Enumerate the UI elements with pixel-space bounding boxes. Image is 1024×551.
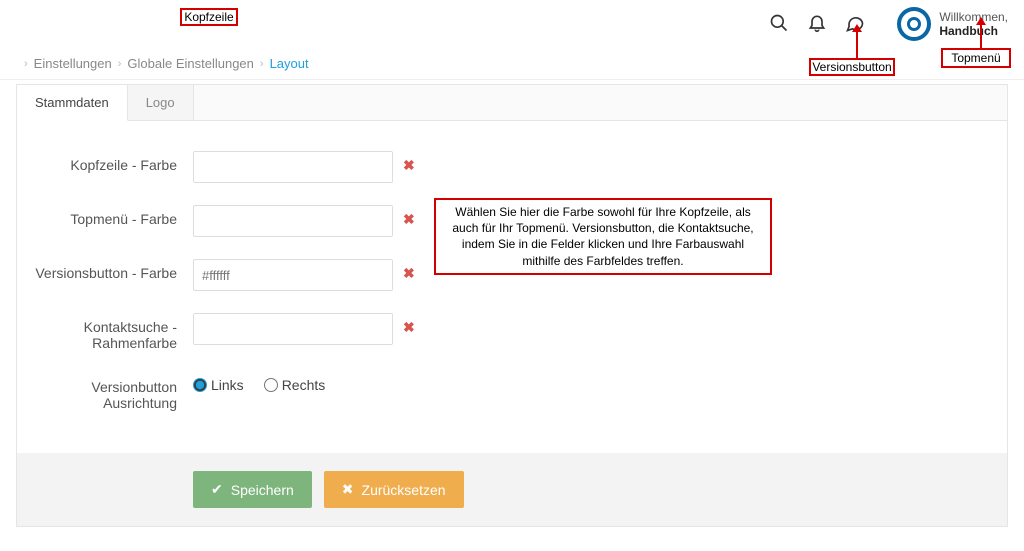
chevron-right-icon: › (24, 58, 28, 70)
button-bar: ✔ Speichern ✖ Zurücksetzen (17, 453, 1007, 526)
tab-stammdaten[interactable]: Stammdaten (17, 85, 128, 121)
label-kopfzeile-farbe: Kopfzeile - Farbe (33, 151, 193, 173)
label-versionsbutton-farbe: Versionsbutton - Farbe (33, 259, 193, 281)
welcome-label: Willkommen, (939, 10, 1008, 24)
tab-logo[interactable]: Logo (128, 85, 194, 120)
row-kopfzeile-farbe: Kopfzeile - Farbe ✖ (33, 151, 991, 183)
bell-icon[interactable] (807, 13, 827, 36)
reset-button-label: Zurücksetzen (362, 482, 446, 498)
chat-icon[interactable] (845, 13, 865, 36)
settings-panel: Stammdaten Logo Kopfzeile - Farbe ✖ Topm… (16, 84, 1008, 527)
input-kopfzeile-farbe[interactable] (193, 151, 393, 183)
save-button[interactable]: ✔ Speichern (193, 471, 312, 508)
breadcrumb-item-2[interactable]: Globale Einstellungen (127, 56, 253, 71)
radio-rechts-text: Rechts (282, 377, 326, 393)
annotation-note: Wählen Sie hier die Farbe sowohl für Ihr… (434, 198, 772, 275)
row-kontaktsuche-rahmenfarbe: Kontaktsuche - Rahmenfarbe ✖ (33, 313, 991, 351)
chevron-right-icon: › (260, 58, 264, 70)
radio-rechts-label[interactable]: Rechts (264, 377, 326, 393)
breadcrumb-item-3[interactable]: Layout (270, 56, 309, 71)
clear-icon[interactable]: ✖ (403, 211, 415, 228)
label-topmenu-farbe: Topmenü - Farbe (33, 205, 193, 227)
breadcrumb: › Einstellungen › Globale Einstellungen … (0, 48, 1024, 80)
radio-rechts[interactable] (264, 378, 278, 392)
welcome-text: Willkommen, Handbuch (939, 10, 1008, 39)
user-menu[interactable]: Willkommen, Handbuch (897, 7, 1008, 41)
radio-links-text: Links (211, 377, 244, 393)
avatar (897, 7, 931, 41)
input-topmenu-farbe[interactable] (193, 205, 393, 237)
annotation-note-text: Wählen Sie hier die Farbe sowohl für Ihr… (452, 205, 753, 268)
reset-button[interactable]: ✖ Zurücksetzen (324, 471, 464, 508)
label-kontaktsuche-rahmenfarbe: Kontaktsuche - Rahmenfarbe (33, 313, 193, 351)
radio-links-label[interactable]: Links (193, 377, 244, 393)
check-icon: ✔ (211, 481, 223, 498)
clear-icon[interactable]: ✖ (403, 319, 415, 336)
save-button-label: Speichern (231, 482, 294, 498)
close-icon: ✖ (342, 481, 354, 498)
row-versionbutton-ausrichtung: Versionbutton Ausrichtung Links Rechts (33, 373, 991, 411)
clear-icon[interactable]: ✖ (403, 265, 415, 282)
breadcrumb-item-1[interactable]: Einstellungen (34, 56, 112, 71)
search-icon[interactable] (769, 13, 789, 36)
tab-bar: Stammdaten Logo (17, 85, 1007, 121)
topbar: Willkommen, Handbuch (0, 0, 1024, 48)
clear-icon[interactable]: ✖ (403, 157, 415, 174)
input-kontaktsuche-rahmenfarbe[interactable] (193, 313, 393, 345)
form-area: Kopfzeile - Farbe ✖ Topmenü - Farbe ✖ Ve… (17, 121, 1007, 453)
label-versionbutton-ausrichtung: Versionbutton Ausrichtung (33, 373, 193, 411)
radio-links[interactable] (193, 378, 207, 392)
username: Handbuch (939, 24, 1008, 38)
radio-group-ausrichtung: Links Rechts (193, 373, 325, 393)
input-versionsbutton-farbe[interactable] (193, 259, 393, 291)
topbar-icons: Willkommen, Handbuch (769, 7, 1008, 41)
chevron-right-icon: › (118, 58, 122, 70)
